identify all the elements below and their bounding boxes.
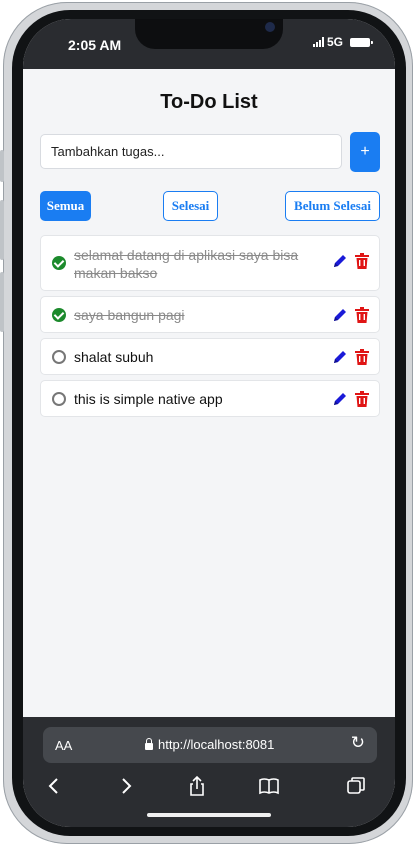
filter-done-button[interactable]: Selesai xyxy=(163,191,218,221)
volume-down-button xyxy=(0,272,4,332)
text-size-button[interactable]: AA xyxy=(55,738,72,753)
camera-icon xyxy=(265,22,275,32)
edit-icon[interactable] xyxy=(332,349,348,365)
url-text: http://localhost:8081 xyxy=(158,737,275,752)
delete-icon[interactable] xyxy=(355,349,369,365)
home-indicator xyxy=(147,813,271,817)
add-task-button[interactable]: + xyxy=(350,132,380,172)
task-text: saya bangun pagi xyxy=(74,307,185,323)
reload-icon[interactable]: ↻ xyxy=(351,733,365,753)
uncompleted-circle-icon[interactable] xyxy=(52,392,66,406)
task-text: shalat subuh xyxy=(74,349,154,365)
filter-all-button[interactable]: Semua xyxy=(40,191,91,221)
lock-icon xyxy=(145,737,153,750)
bookmarks-icon[interactable] xyxy=(258,775,280,797)
url-display: http://localhost:8081 xyxy=(145,737,274,752)
tabs-icon[interactable] xyxy=(345,775,367,797)
edit-icon[interactable] xyxy=(332,253,348,269)
app-content: To-Do List + Semua Selesai Belum Selesai… xyxy=(23,69,395,717)
task-text: this is simple native app xyxy=(74,391,223,407)
edit-icon[interactable] xyxy=(332,307,348,323)
page-title: To-Do List xyxy=(160,91,258,113)
edit-icon[interactable] xyxy=(332,391,348,407)
completed-check-icon[interactable] xyxy=(52,308,66,322)
delete-icon[interactable] xyxy=(355,391,369,407)
task-item: selamat datang di aplikasi saya bisa mak… xyxy=(40,235,380,291)
task-text: selamat datang di aplikasi saya bisa mak… xyxy=(74,247,299,281)
back-icon[interactable] xyxy=(43,775,65,797)
volume-up-button xyxy=(0,200,4,260)
forward-icon[interactable] xyxy=(115,775,137,797)
status-bar: 2:05 AM 5G xyxy=(23,19,395,69)
task-item: this is simple native app xyxy=(40,380,380,417)
status-time: 2:05 AM xyxy=(68,37,122,53)
screen: 2:05 AM 5G To-Do List + Semua Selesai Be… xyxy=(23,19,395,827)
filter-undone-button[interactable]: Belum Selesai xyxy=(285,191,380,221)
mute-switch xyxy=(0,150,4,182)
task-item: saya bangun pagi xyxy=(40,296,380,333)
status-indicators: 5G xyxy=(313,35,374,49)
browser-toolbar: AA http://localhost:8081 ↻ xyxy=(23,717,395,827)
share-icon[interactable] xyxy=(186,775,208,797)
battery-icon xyxy=(350,37,374,47)
notch xyxy=(135,19,283,49)
task-input[interactable] xyxy=(40,134,342,169)
address-bar[interactable]: AA http://localhost:8081 ↻ xyxy=(43,727,377,763)
completed-check-icon[interactable] xyxy=(52,256,66,270)
delete-icon[interactable] xyxy=(355,253,369,269)
signal-icon xyxy=(313,37,324,47)
uncompleted-circle-icon[interactable] xyxy=(52,350,66,364)
task-item: shalat subuh xyxy=(40,338,380,375)
network-type: 5G xyxy=(327,35,344,49)
delete-icon[interactable] xyxy=(355,307,369,323)
